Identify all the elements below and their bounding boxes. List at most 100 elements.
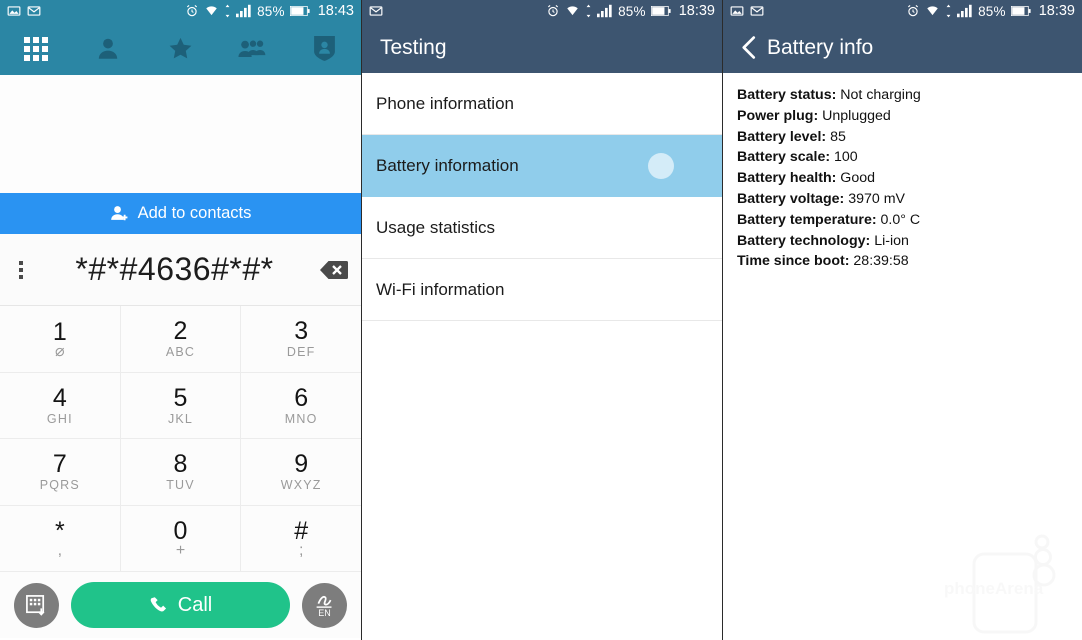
info-label: Time since boot: [737,253,850,270]
dial-key-hash[interactable]: # ; [241,505,361,572]
keypad-icon [23,36,49,62]
dialer-tab-bar [0,22,361,75]
battery-icon [650,5,671,17]
dial-key-digit: 5 [173,383,188,412]
dial-key-letters: DEF [286,345,316,360]
dial-key-letters: ABC [165,345,196,360]
list-item-battery-information[interactable]: Battery information [362,135,722,197]
list-item-label: Wi-Fi information [376,279,505,299]
dial-key-8[interactable]: 8 TUV [120,439,242,506]
battery-percent-label: 85% [618,3,646,19]
screenshot-root: 85% 18:43 Add to contacts *#*#4636#*#* 1… [0,0,1082,640]
status-clock: 18:43 [317,3,354,19]
call-button[interactable]: Call [71,582,290,628]
page-title: Battery info [767,35,874,59]
status-clock: 18:39 [678,3,715,19]
dial-key-7[interactable]: 7 PQRS [0,439,121,506]
status-bar-right: 85% 18:39 [723,0,1082,22]
call-label: Call [177,593,213,616]
image-icon [7,4,21,18]
battery-percent-label: 85% [978,3,1006,19]
dial-key-letters: TUV [166,478,195,493]
dial-key-letters: JKL [167,411,194,426]
signal-icon [957,4,973,18]
contacts-tab[interactable] [72,22,144,75]
status-clock: 18:39 [1038,3,1075,19]
info-value: Good [840,170,876,187]
dial-key-digit: 7 [52,450,67,479]
info-row-time-since-boot: Time since boot: 28:39:58 [737,251,1068,272]
dial-key-digit: 4 [52,383,67,412]
contact-badge-icon [313,35,336,62]
back-chevron-icon[interactable] [741,36,756,59]
backspace-icon[interactable] [319,259,349,281]
person-icon [95,36,121,62]
gmail-icon [27,4,41,18]
profile-tab[interactable] [289,22,361,75]
info-value: Not charging [840,87,921,103]
battery-info-app-bar: Battery info [723,22,1082,73]
groups-icon [238,37,268,61]
dial-key-symbol: + [175,542,186,560]
info-value: Li-ion [874,232,909,249]
battery-percent-label: 85% [257,3,285,19]
dialpad-row: 7 PQRS 8 TUV 9 WXYZ [0,439,361,506]
info-row-battery-scale: Battery scale: 100 [737,147,1068,168]
phonearena-watermark: phoneArena [942,532,1074,636]
phone-icon [149,595,170,616]
groups-tab[interactable] [217,22,289,75]
dial-key-0[interactable]: 0 + [120,505,242,572]
testing-screen: 85% 18:39 Testing Phone information Batt… [361,0,722,640]
status-system-icons: 85% 18:39 [906,3,1075,19]
dial-key-2[interactable]: 2 ABC [120,306,242,373]
dial-key-5[interactable]: 5 JKL [120,372,242,439]
dial-key-letters: GHI [46,411,73,426]
info-row-power-plug: Power plug: Unplugged [737,106,1068,127]
overflow-menu-icon[interactable] [12,260,30,279]
testing-menu-list: Phone information Battery information Us… [362,73,722,321]
dial-key-digit: 2 [173,317,188,346]
gmail-icon [369,4,383,18]
add-to-contacts-label: Add to contacts [137,204,252,222]
dialpad-grid: 1 ⌀ 2 ABC 3 DEF 4 GHI 5 JKL 6 MNO 7 PQRS… [0,306,361,572]
dial-key-digit: 3 [294,317,309,346]
dial-key-3[interactable]: 3 DEF [241,306,361,373]
dialer-input-row: *#*#4636#*#* [0,234,361,306]
battery-icon [1010,5,1031,17]
list-item-wifi-information[interactable]: Wi-Fi information [362,259,722,321]
favorites-tab[interactable] [144,22,216,75]
add-to-contacts-button[interactable]: Add to contacts [0,193,361,234]
status-notification-icons [369,4,383,18]
signal-icon [236,4,252,18]
dial-key-4[interactable]: 4 GHI [0,372,121,439]
info-label: Battery status: [737,87,837,103]
alarm-icon [546,4,560,18]
dial-key-letters: PQRS [39,478,80,493]
dialed-number-field[interactable]: *#*#4636#*#* [30,251,319,288]
dialer-empty-area [0,75,361,193]
dial-key-9[interactable]: 9 WXYZ [241,439,361,506]
wifi-icon [565,4,580,18]
ime-label: EN [318,607,331,618]
page-title: Testing [380,35,447,59]
info-label: Battery technology: [737,232,871,249]
alarm-icon [906,4,920,18]
ime-switch-button[interactable]: EN [302,582,347,628]
dial-key-symbol: , [57,542,63,560]
testing-app-bar: Testing [362,22,722,73]
info-label: Battery health: [737,170,837,187]
hide-keypad-button[interactable] [14,582,59,628]
dial-key-6[interactable]: 6 MNO [241,372,361,439]
battery-info-body: Battery status: Not charging Power plug:… [723,73,1082,273]
info-value: 28:39:58 [853,253,909,270]
keypad-tab[interactable] [0,22,72,75]
dial-key-letters: WXYZ [280,478,322,493]
info-row-battery-level: Battery level: 85 [737,127,1068,148]
list-item-phone-information[interactable]: Phone information [362,73,722,135]
touch-ripple-indicator [648,153,674,179]
dial-key-star[interactable]: * , [0,505,121,572]
info-value: 3970 mV [848,190,905,207]
dial-key-1[interactable]: 1 ⌀ [0,306,121,373]
voicemail-icon: ⌀ [55,342,65,360]
list-item-usage-statistics[interactable]: Usage statistics [362,197,722,259]
